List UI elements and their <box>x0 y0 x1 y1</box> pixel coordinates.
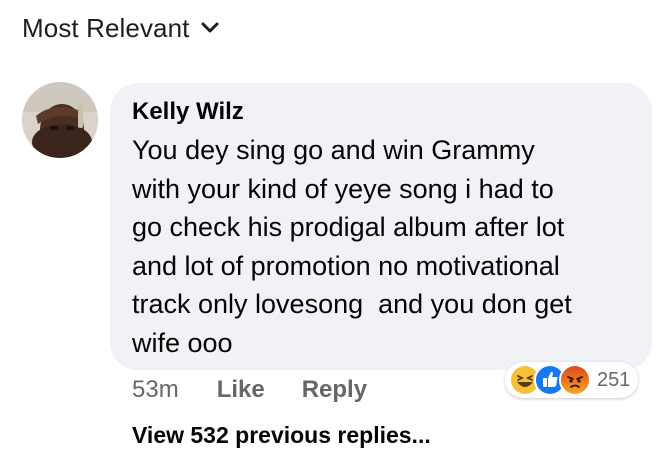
reply-button[interactable]: Reply <box>302 376 367 404</box>
sort-dropdown[interactable]: Most Relevant <box>22 8 219 48</box>
chevron-down-icon <box>201 21 219 35</box>
reaction-count: 251 <box>597 368 631 391</box>
comment-author[interactable]: Kelly Wilz <box>132 97 630 127</box>
angry-icon <box>559 364 591 396</box>
comment-actions: 53m Like Reply <box>132 372 404 408</box>
comment-timestamp[interactable]: 53m <box>132 376 179 404</box>
comment-bubble: Kelly Wilz You dey sing go and win Gramm… <box>110 83 652 370</box>
reaction-summary[interactable]: 251 <box>505 362 639 398</box>
sort-label: Most Relevant <box>22 12 190 43</box>
view-previous-replies-link[interactable]: View 532 previous replies... <box>132 422 431 449</box>
like-button[interactable]: Like <box>217 376 265 404</box>
avatar[interactable] <box>22 82 98 158</box>
comment-text: You dey sing go and win Grammy with your… <box>132 135 572 358</box>
